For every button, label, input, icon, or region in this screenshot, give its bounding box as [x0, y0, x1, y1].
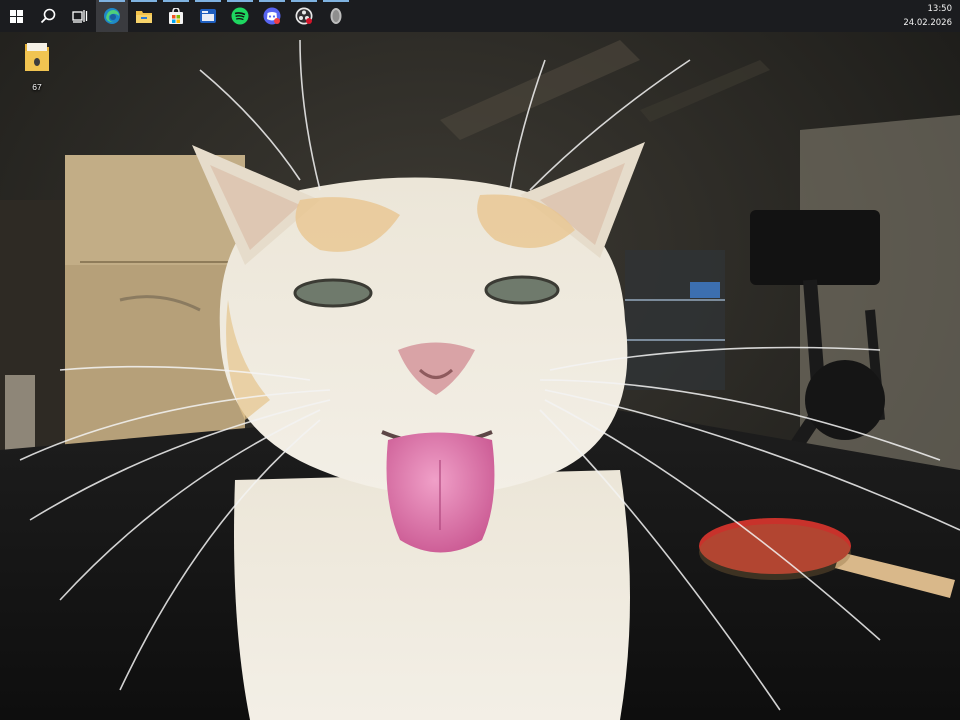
taskbar-app-files[interactable] [192, 0, 224, 32]
folder-icon [22, 43, 52, 78]
running-indicator [131, 0, 157, 2]
search-icon [40, 8, 56, 24]
running-indicator [227, 0, 253, 2]
running-indicator [195, 0, 221, 2]
task-view-button[interactable] [64, 0, 96, 32]
discord-icon [263, 7, 281, 25]
clock-date: 24.02.2026 [903, 18, 952, 28]
taskbar-app-spotify[interactable] [224, 0, 256, 32]
running-indicator [99, 0, 125, 2]
desktop-icon-label: 67 [32, 82, 42, 92]
files-app-icon [199, 8, 217, 24]
app-icon [329, 7, 343, 25]
windows-logo-icon [9, 9, 23, 23]
running-indicator [163, 0, 189, 2]
task-view-icon [72, 9, 88, 23]
file-explorer-icon [135, 8, 153, 24]
taskbar-app-file-explorer[interactable] [128, 0, 160, 32]
edge-browser-icon [103, 7, 121, 25]
microsoft-store-icon [168, 7, 184, 25]
taskbar-app-edge[interactable] [96, 0, 128, 32]
taskbar-app-discord[interactable] [256, 0, 288, 32]
search-button[interactable] [32, 0, 64, 32]
taskbar-app-store[interactable] [160, 0, 192, 32]
system-clock[interactable]: 13:50 24.02.2026 [903, 2, 952, 30]
taskbar-app-obs[interactable] [288, 0, 320, 32]
clock-time: 13:50 [927, 4, 953, 14]
obs-icon [295, 7, 313, 25]
running-indicator [323, 0, 349, 2]
spotify-icon [231, 7, 249, 25]
desktop-wallpaper [0, 0, 960, 720]
taskbar: 13:50 24.02.2026 [0, 0, 960, 32]
taskbar-app-misc[interactable] [320, 0, 352, 32]
running-indicator [291, 0, 317, 2]
desktop-icon-folder[interactable]: 67 [20, 40, 54, 92]
start-button[interactable] [0, 0, 32, 32]
running-indicator [259, 0, 285, 2]
